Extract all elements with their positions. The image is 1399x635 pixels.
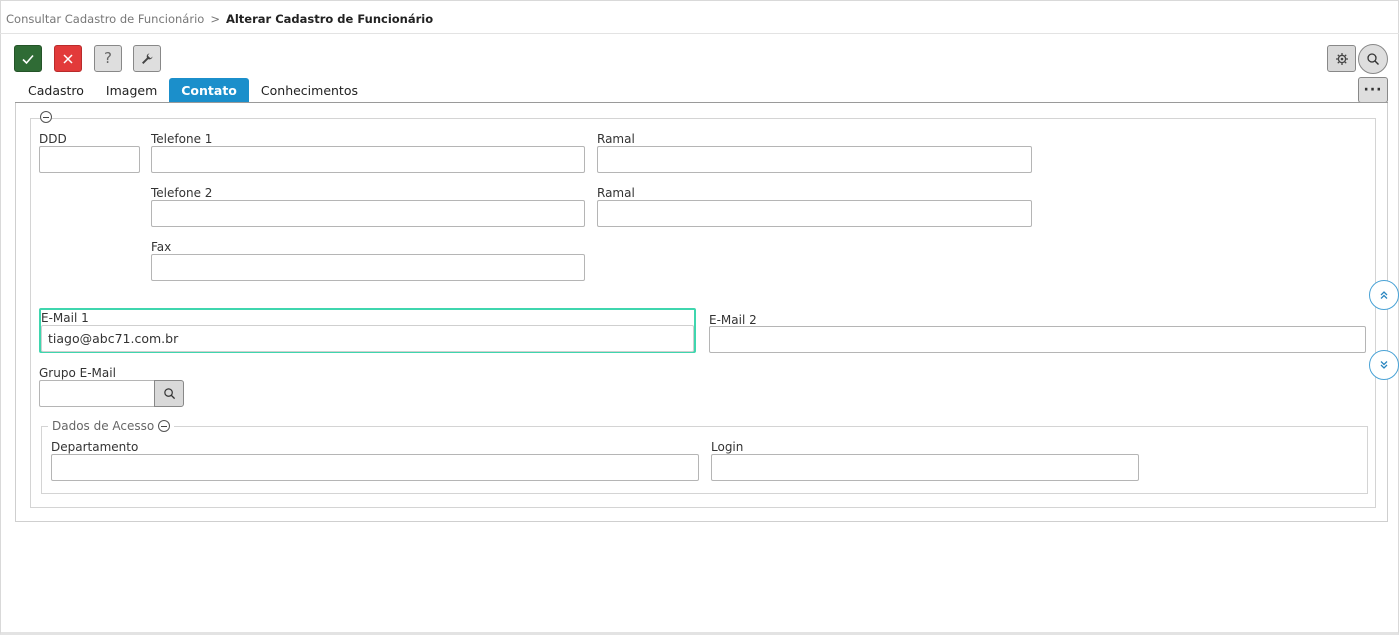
more-icon: ··· <box>1363 82 1383 98</box>
cancel-button[interactable] <box>54 45 82 72</box>
page-title: Alterar Cadastro de Funcionário <box>225 12 434 26</box>
ddd-input[interactable] <box>39 146 140 173</box>
ddd-label: DDD <box>39 132 67 146</box>
grupo-email-search-button[interactable] <box>154 380 184 407</box>
tab-imagem[interactable]: Imagem <box>96 78 167 102</box>
tab-contato[interactable]: Contato <box>169 78 249 102</box>
help-button[interactable]: ? <box>94 45 122 72</box>
check-icon <box>22 54 34 64</box>
fax-label: Fax <box>151 240 172 254</box>
email2-label: E-Mail 2 <box>709 313 757 327</box>
header-divider <box>0 33 1399 34</box>
ramal2-input[interactable] <box>597 200 1032 227</box>
access-data-title: Dados de Acesso <box>52 419 155 433</box>
confirm-button[interactable] <box>14 45 42 72</box>
telefone1-input[interactable] <box>151 146 585 173</box>
tab-bar: Cadastro Imagem Contato Conhecimentos <box>18 78 370 102</box>
search-button[interactable] <box>1358 44 1388 74</box>
departamento-label: Departamento <box>51 440 139 454</box>
telefone2-input[interactable] <box>151 200 585 227</box>
double-chevron-down-icon <box>1380 361 1388 369</box>
help-icon: ? <box>104 49 112 67</box>
ramal1-input[interactable] <box>597 146 1032 173</box>
tab-conhecimentos[interactable]: Conhecimentos <box>251 78 368 102</box>
search-icon <box>1367 53 1379 65</box>
breadcrumb-separator: > <box>210 12 220 26</box>
collapse-icon[interactable] <box>158 420 171 432</box>
telefone1-label: Telefone 1 <box>151 132 213 146</box>
collapse-icon[interactable] <box>40 111 52 123</box>
tab-cadastro[interactable]: Cadastro <box>18 78 94 102</box>
breadcrumb: Consultar Cadastro de Funcionário > Altera… <box>6 12 433 26</box>
settings-button[interactable] <box>1327 45 1356 72</box>
double-chevron-up-icon <box>1380 291 1388 299</box>
ramal2-label: Ramal <box>597 186 635 200</box>
scroll-up-button[interactable] <box>1369 280 1399 310</box>
close-icon <box>63 53 73 64</box>
email2-input[interactable] <box>709 326 1366 353</box>
gear-icon <box>1335 52 1348 65</box>
ramal1-label: Ramal <box>597 132 635 146</box>
more-options-button[interactable]: ··· <box>1358 77 1388 103</box>
email1-label: E-Mail 1 <box>41 311 89 325</box>
login-label: Login <box>711 440 744 454</box>
breadcrumb-parent-link[interactable]: Consultar Cadastro de Funcionário <box>6 12 204 26</box>
grupo-email-input[interactable] <box>39 380 155 407</box>
grupo-email-label: Grupo E-Mail <box>39 366 116 380</box>
tools-button[interactable] <box>133 45 161 72</box>
scroll-down-button[interactable] <box>1369 350 1399 380</box>
wrench-icon <box>142 53 153 64</box>
access-data-legend: Dados de Acesso <box>48 419 175 433</box>
fax-input[interactable] <box>151 254 585 281</box>
search-icon <box>163 388 175 400</box>
telefone2-label: Telefone 2 <box>151 186 213 200</box>
departamento-input[interactable] <box>51 454 699 481</box>
login-input[interactable] <box>711 454 1139 481</box>
email1-input[interactable]: tiago@abc71.com.br <box>41 325 694 352</box>
